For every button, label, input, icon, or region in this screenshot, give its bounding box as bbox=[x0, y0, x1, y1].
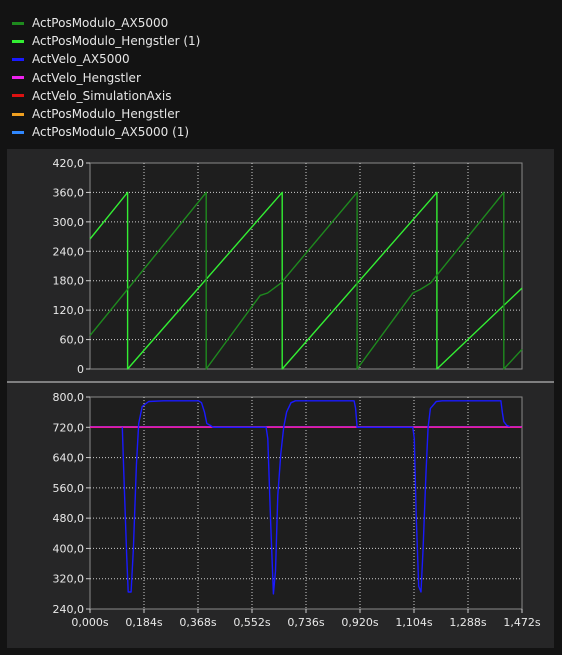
y-tick-label: 360,0 bbox=[53, 186, 85, 199]
legend-label: ActVelo_AX5000 bbox=[32, 52, 130, 67]
y-tick-label: 320,0 bbox=[53, 573, 85, 586]
y-tick-label: 240,0 bbox=[53, 245, 85, 258]
y-tick-label: 60,0 bbox=[60, 334, 85, 347]
y-tick-label: 300,0 bbox=[53, 216, 85, 229]
y-tick-label: 560,0 bbox=[53, 482, 85, 495]
legend-label: ActPosModulo_AX5000 (1) bbox=[32, 125, 190, 140]
legend-item[interactable]: ActPosModulo_Hengstler bbox=[12, 105, 312, 123]
legend-item[interactable]: ActPosModulo_AX5000 bbox=[12, 14, 312, 32]
chart-legend: ActPosModulo_AX5000 ActPosModulo_Hengstle… bbox=[12, 14, 312, 141]
y-tick-label: 800,0 bbox=[53, 391, 85, 404]
legend-label: ActPosModulo_AX5000 bbox=[32, 16, 169, 31]
legend-swatch bbox=[12, 94, 24, 98]
x-tick-label: 0,920s bbox=[341, 616, 378, 629]
chart-svg: 0 60,0 120,0 180,0 240,0 300,0 360,0 420,0 240,0… bbox=[7, 157, 554, 629]
y-tick-label: 0 bbox=[77, 363, 84, 376]
legend-label: ActVelo_Hengstler bbox=[32, 70, 141, 85]
legend-label: ActPosModulo_Hengstler bbox=[32, 107, 180, 122]
legend-swatch bbox=[12, 112, 24, 116]
x-tick-label: 1,288s bbox=[449, 616, 486, 629]
legend-item[interactable]: ActPosModulo_AX5000 (1) bbox=[12, 123, 312, 141]
legend-item[interactable]: ActVelo_Hengstler bbox=[12, 69, 312, 87]
x-tick-label: 1,472s bbox=[503, 616, 540, 629]
x-tick-label: 0,368s bbox=[179, 616, 216, 629]
y-tick-label: 180,0 bbox=[53, 275, 85, 288]
y-tick-label: 640,0 bbox=[53, 452, 85, 465]
y-tick-label: 720,0 bbox=[53, 421, 85, 434]
chart-panel: 0 60,0 120,0 180,0 240,0 300,0 360,0 420,0 240,0… bbox=[7, 149, 554, 648]
x-tick-label: 1,104s bbox=[395, 616, 432, 629]
x-tick-label: 0,184s bbox=[125, 616, 162, 629]
legend-swatch bbox=[12, 130, 24, 134]
y-tick-label: 120,0 bbox=[53, 304, 85, 317]
x-tick-label: 0,552s bbox=[233, 616, 270, 629]
x-tick-label: 0,000s bbox=[71, 616, 108, 629]
legend-swatch bbox=[12, 39, 24, 43]
y-tick-label: 480,0 bbox=[53, 512, 85, 525]
y-tick-label: 420,0 bbox=[53, 157, 85, 170]
legend-item[interactable]: ActPosModulo_Hengstler (1) bbox=[12, 32, 312, 50]
legend-item[interactable]: ActVelo_SimulationAxis bbox=[12, 87, 312, 105]
x-tick-label: 0,736s bbox=[287, 616, 324, 629]
legend-item[interactable]: ActVelo_AX5000 bbox=[12, 50, 312, 68]
legend-label: ActVelo_SimulationAxis bbox=[32, 88, 172, 103]
y-tick-label: 400,0 bbox=[53, 542, 85, 555]
legend-swatch bbox=[12, 76, 24, 80]
legend-swatch bbox=[12, 21, 24, 25]
legend-label: ActPosModulo_Hengstler (1) bbox=[32, 34, 201, 49]
y-tick-label: 240,0 bbox=[53, 603, 85, 616]
legend-swatch bbox=[12, 57, 24, 61]
